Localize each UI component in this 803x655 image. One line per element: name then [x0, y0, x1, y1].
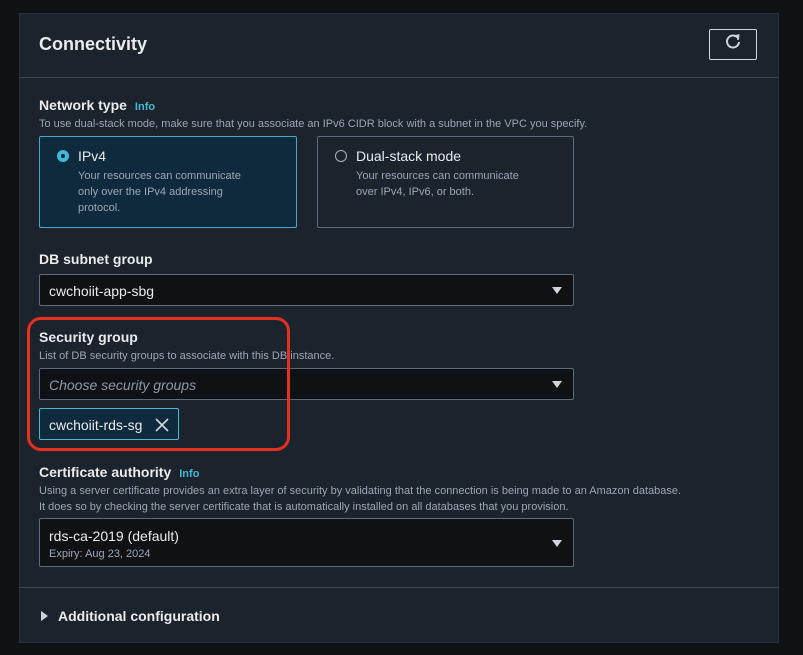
option-desc-line: only over the IPv4 addressing	[78, 186, 223, 198]
panel-header: Connectivity	[20, 14, 778, 78]
db-subnet-group-select[interactable]: cwchoiit-app-sbg	[39, 274, 574, 306]
network-type-label-text: Network type	[39, 97, 127, 113]
description-line: Using a server certificate provides an e…	[39, 485, 682, 497]
certificate-authority-description: Using a server certificate provides an e…	[39, 483, 779, 515]
refresh-icon	[724, 33, 742, 56]
caret-down-icon	[552, 287, 562, 294]
additional-configuration-label: Additional configuration	[58, 608, 220, 624]
network-type-description: To use dual-stack mode, make sure that y…	[39, 118, 588, 130]
option-description: Your resources can communicate over IPv4…	[356, 168, 519, 200]
additional-configuration-expander[interactable]: Additional configuration	[41, 608, 220, 624]
caret-right-icon	[41, 611, 48, 621]
network-type-label: Network type Info	[39, 97, 155, 113]
radio-unselected-icon[interactable]	[335, 150, 347, 162]
certificate-authority-label-text: Certificate authority	[39, 464, 172, 480]
caret-down-icon	[552, 381, 562, 388]
certificate-authority-label: Certificate authority Info	[39, 464, 199, 480]
db-subnet-group-value: cwchoiit-app-sbg	[49, 283, 155, 299]
certificate-authority-value: rds-ca-2019 (default)	[49, 528, 179, 544]
option-desc-line: over IPv4, IPv6, or both.	[356, 186, 475, 198]
network-type-option-ipv4[interactable]: IPv4 Your resources can communicate only…	[39, 136, 297, 228]
certificate-authority-select[interactable]: rds-ca-2019 (default) Expiry: Aug 23, 20…	[39, 518, 574, 567]
option-title: IPv4	[78, 148, 107, 164]
radio-selected-icon[interactable]	[57, 150, 69, 162]
option-description: Your resources can communicate only over…	[78, 168, 241, 216]
caret-down-icon	[552, 540, 562, 547]
option-desc-line: Your resources can communicate	[356, 170, 519, 182]
network-type-info-link[interactable]: Info	[135, 101, 155, 113]
certificate-expiry: Expiry: Aug 23, 2024	[49, 548, 151, 560]
highlight-annotation	[27, 317, 290, 451]
panel-title: Connectivity	[39, 34, 148, 54]
description-line: It does so by checking the server certif…	[39, 501, 569, 513]
db-subnet-group-label: DB subnet group	[39, 251, 153, 267]
option-desc-line: Your resources can communicate	[78, 170, 241, 182]
network-type-option-dual-stack[interactable]: Dual-stack mode Your resources can commu…	[317, 136, 574, 228]
option-title: Dual-stack mode	[356, 148, 462, 164]
refresh-button[interactable]	[709, 29, 757, 60]
option-desc-line: protocol.	[78, 202, 121, 214]
divider	[19, 587, 779, 588]
certificate-authority-info-link[interactable]: Info	[179, 468, 199, 480]
